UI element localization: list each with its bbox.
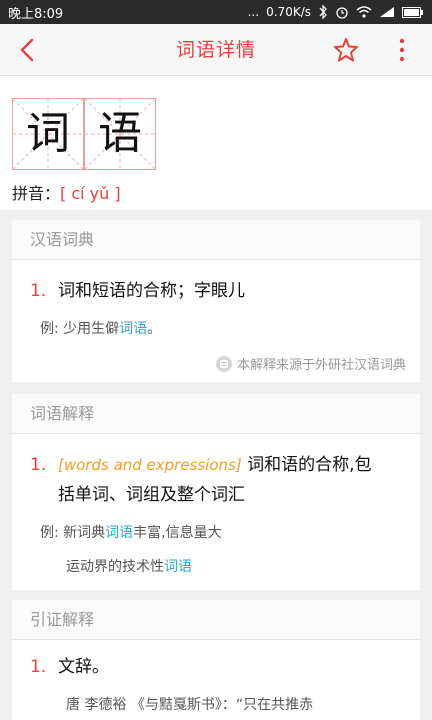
example-link[interactable]: 词语	[119, 321, 147, 337]
card-word-explanation: 词语解释 1. [words and expressions] 词和语的合称,包 …	[12, 394, 420, 590]
more-vertical-icon	[399, 38, 405, 62]
definition-number: 1.	[30, 281, 47, 301]
example-line-2: 运动界的技术性词语	[66, 556, 192, 576]
example-prefix: 运动界的技术性	[66, 559, 164, 575]
example-suffix: 。	[147, 321, 162, 337]
definition-text-1: 词和语的合称,包	[241, 455, 372, 475]
network-speed: 0.70K/s	[266, 5, 311, 19]
source-note: 本解释来源于外研社汉语词典	[215, 354, 406, 373]
definition-row: 1. 文辞。	[30, 652, 109, 682]
status-right: ... 0.70K/s	[248, 5, 424, 19]
wifi-icon	[356, 6, 372, 18]
definition-text: 词和短语的合称；字眼儿	[58, 281, 245, 301]
char-grid-2: 语	[84, 98, 156, 170]
page-title: 词语详情	[175, 39, 256, 61]
card-title: 引证解释	[12, 600, 420, 640]
bluetooth-icon	[318, 5, 328, 19]
definition-text: 文辞。	[58, 657, 109, 677]
example-prefix: 例: 新词典	[40, 525, 106, 541]
definition-number: 1.	[30, 657, 47, 677]
pinyin-label: 拼音：	[12, 184, 61, 203]
signal-icon	[379, 6, 395, 18]
example-link[interactable]: 词语	[105, 525, 133, 541]
status-time: 晚上8:09	[8, 6, 64, 22]
definition-row: 1. [words and expressions] 词和语的合称,包	[30, 450, 410, 480]
pinyin-value: [ cí yǔ ]	[60, 184, 121, 203]
example-line-1: 例: 新词典词语丰富,信息量大	[40, 522, 222, 542]
more-menu-button[interactable]	[392, 36, 412, 64]
definition-row: 1. 词和短语的合称；字眼儿	[30, 276, 245, 306]
alarm-icon	[335, 5, 349, 19]
definition-text-2: 括单词、词组及整个词汇	[58, 485, 245, 505]
status-bar: 晚上8:09 ... 0.70K/s	[0, 0, 432, 24]
source-text: 本解释来源于外研社汉语词典	[236, 358, 406, 373]
english-tag: [words and expressions]	[58, 456, 242, 474]
example-suffix: 丰富,信息量大	[133, 525, 222, 541]
example-line: 例: 少用生僻词语。	[40, 318, 161, 338]
card-title: 汉语词典	[12, 220, 420, 260]
definition-number: 1.	[30, 455, 47, 475]
star-icon	[334, 38, 358, 62]
char-grid-1: 词	[12, 98, 84, 170]
definition-row-continued: 括单词、词组及整个词汇	[58, 480, 245, 510]
example-link[interactable]: 词语	[164, 559, 192, 575]
quote-line: 唐 李德裕 《与黠戛斯书》：“只在共推赤	[66, 697, 314, 713]
word-char-2: 语	[98, 108, 142, 159]
app-header: 词语详情	[0, 24, 432, 76]
favorite-button[interactable]	[332, 36, 360, 64]
card-citation-explanation: 引证解释 1. 文辞。 唐 李德裕 《与黠戛斯书》：“只在共推赤	[12, 600, 420, 720]
word-char-1: 词	[26, 108, 70, 159]
book-source-icon	[215, 355, 232, 372]
pinyin-line: 拼音：[ cí yǔ ]	[12, 180, 121, 204]
example-prefix: 例: 少用生僻	[40, 321, 120, 337]
card-hanyu-dictionary: 汉语词典 1. 词和短语的合称；字眼儿 例: 少用生僻词语。 本解释来源于外研社汉…	[12, 220, 420, 382]
battery-icon	[402, 6, 424, 18]
status-dots: ...	[247, 5, 260, 19]
card-title: 词语解释	[12, 394, 420, 434]
word-display: 词 语 拼音：[ cí yǔ ]	[0, 76, 432, 210]
